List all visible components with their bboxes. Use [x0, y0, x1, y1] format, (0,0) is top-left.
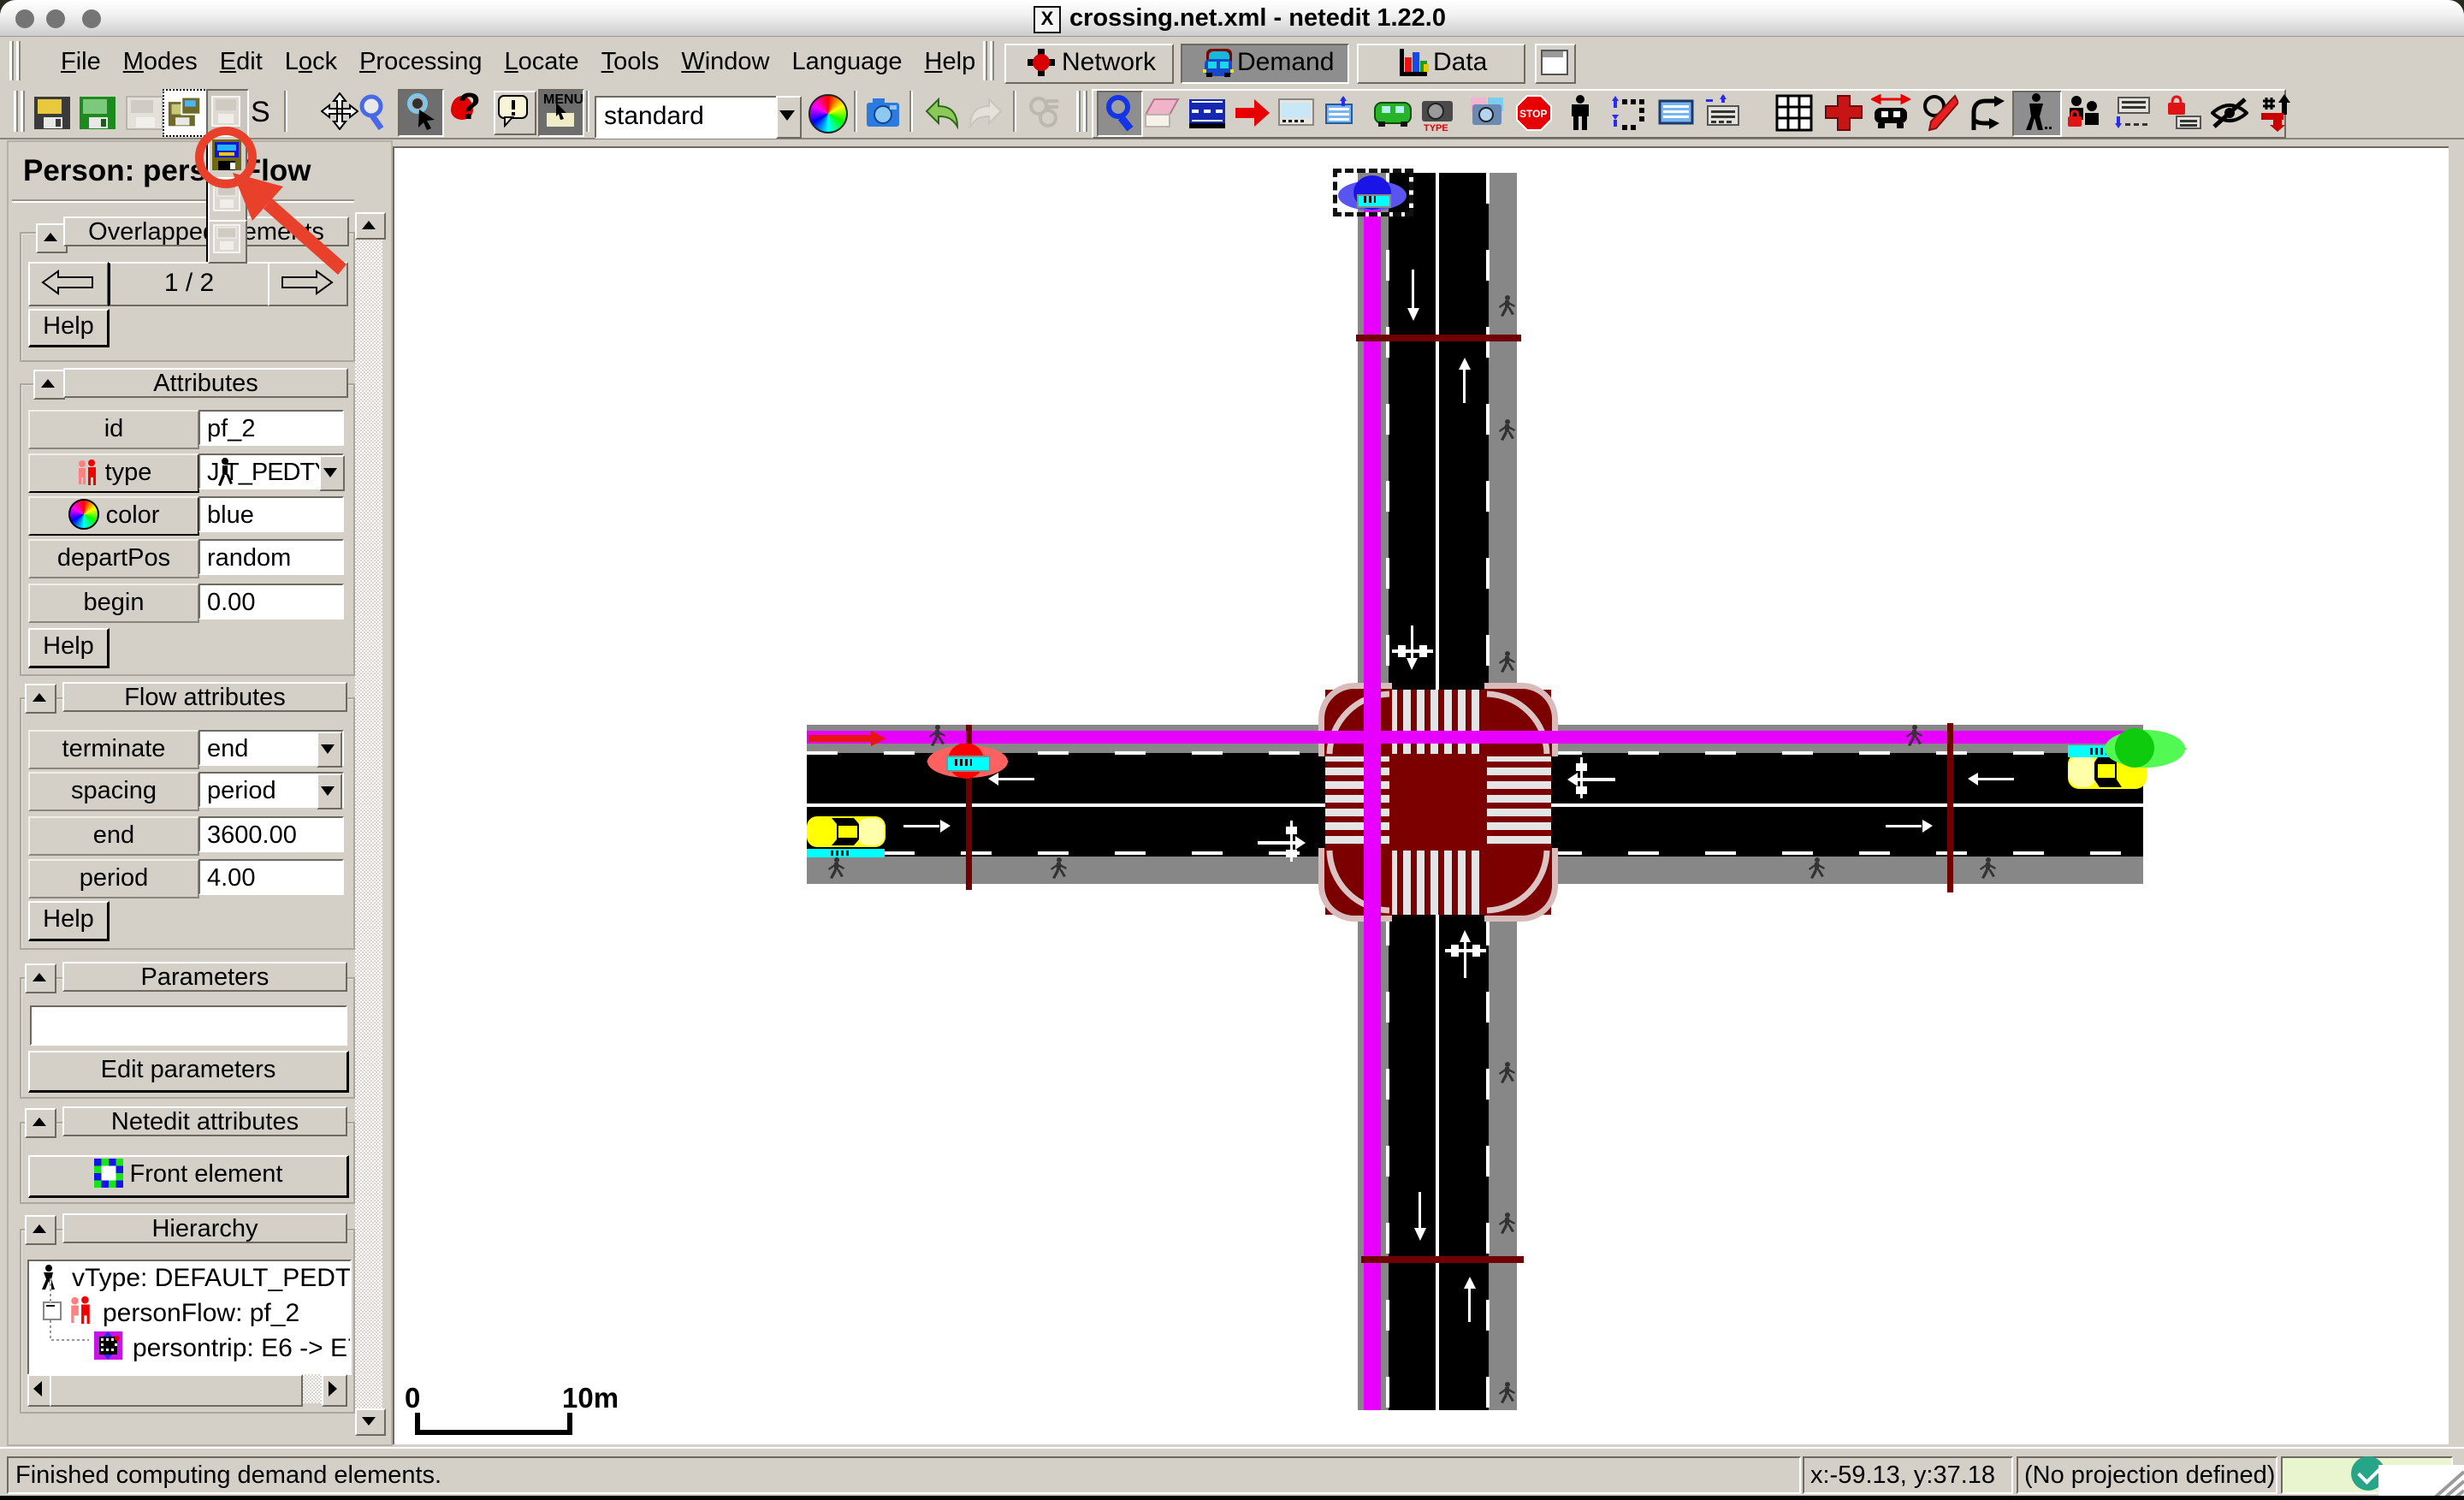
svg-text:TYPE: TYPE — [1424, 123, 1448, 132]
svg-text:STOP: STOP — [1519, 108, 1547, 120]
